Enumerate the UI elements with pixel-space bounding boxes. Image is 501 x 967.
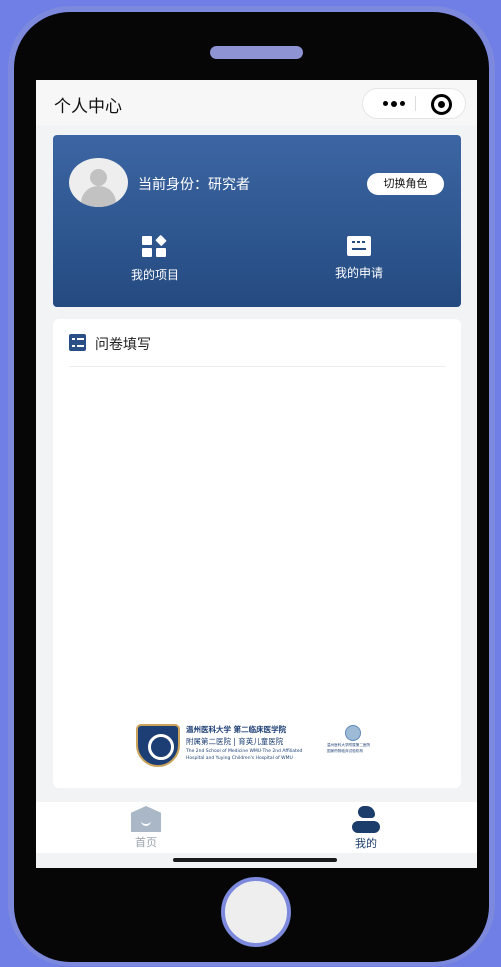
phone-speaker <box>210 46 303 59</box>
profile-card: 当前身份：研究者 切换角色 我的项目 我的申请 <box>53 135 461 307</box>
tab-me-label: 我的 <box>355 837 377 850</box>
home-icon <box>131 806 161 832</box>
tab-home-label: 首页 <box>135 836 157 849</box>
logo-line-1: 温州医科大学 第二临床医学院 <box>186 725 287 734</box>
divider <box>69 366 445 367</box>
logo-line-3: The 2nd School of Medicine WMU·The 2nd A… <box>186 749 303 754</box>
target-icon[interactable] <box>431 94 452 115</box>
my-projects-label: 我的项目 <box>130 268 179 282</box>
user-icon <box>351 806 381 833</box>
app-screen: 个人中心 当前身份：研究者 切换角色 我的项目 我的申请 问卷填写 温州医科大学… <box>36 80 477 868</box>
switch-role-button[interactable]: 切换角色 <box>367 173 444 195</box>
my-applications-label: 我的申请 <box>334 266 383 280</box>
avatar-head <box>90 169 107 186</box>
checklist-icon <box>69 334 86 351</box>
logo-line-2: 附属第二医院 | 育英儿童医院 <box>186 737 284 746</box>
page-title: 个人中心 <box>54 97 122 117</box>
capsule-divider <box>415 96 416 111</box>
content-card: 问卷填写 温州医科大学 第二临床医学院 附属第二医院 | 育英儿童医院 The … <box>53 319 461 788</box>
nav-bar: 个人中心 <box>36 80 477 125</box>
grid-icon <box>142 234 168 258</box>
phone-home-button[interactable] <box>221 877 291 947</box>
logo-side-line-2: 国家药物临床试验机构 <box>327 749 363 753</box>
tab-bar: 首页 我的 <box>36 802 477 853</box>
logo-line-4: Hospital and Yuying Children's Hospital … <box>186 756 293 761</box>
avatar[interactable] <box>69 158 128 207</box>
home-indicator <box>173 858 337 862</box>
tab-me[interactable]: 我的 <box>336 806 396 851</box>
avatar-body <box>81 186 116 207</box>
my-projects-button[interactable]: 我的项目 <box>100 234 210 283</box>
mini-program-capsule <box>362 88 466 119</box>
current-identity: 当前身份：研究者 <box>138 177 250 193</box>
hospital-emblem <box>345 725 361 741</box>
university-logo <box>136 724 180 767</box>
tab-home[interactable]: 首页 <box>116 806 176 850</box>
more-dots-icon[interactable] <box>375 89 413 118</box>
my-applications-button[interactable]: 我的申请 <box>304 236 414 281</box>
questionnaire-link[interactable]: 问卷填写 <box>95 334 151 354</box>
logo-side-line-1: 温州医科大学附属第二医院 <box>327 743 371 747</box>
document-icon <box>347 236 371 256</box>
